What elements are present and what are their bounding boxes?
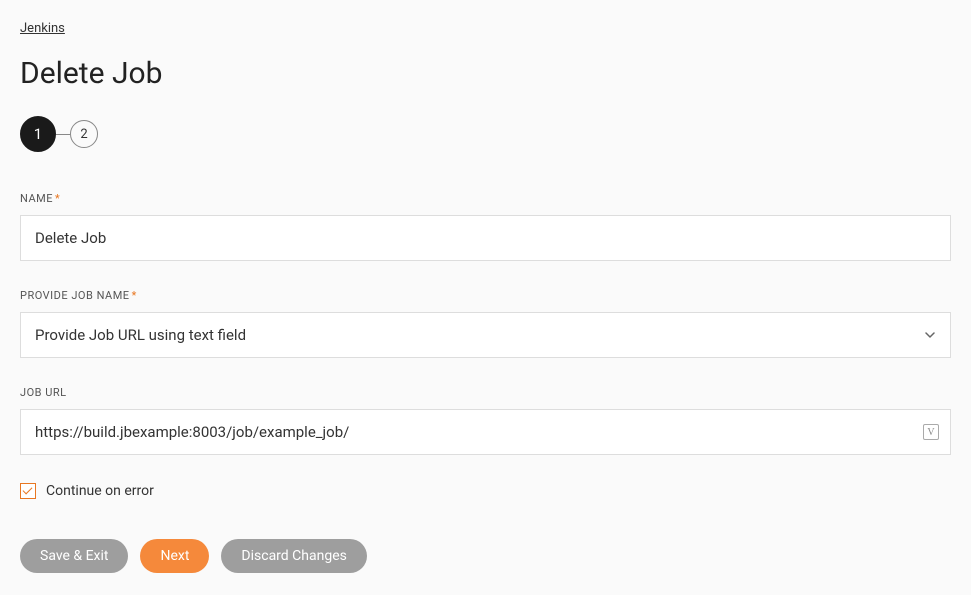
required-asterisk: *	[55, 192, 60, 205]
next-button[interactable]: Next	[140, 539, 209, 573]
continue-on-error-checkbox[interactable]	[20, 483, 36, 499]
provide-job-name-select[interactable]: Provide Job URL using text field	[20, 312, 951, 358]
step-1[interactable]: 1	[20, 116, 56, 152]
wizard-stepper: 1 2	[20, 116, 951, 152]
breadcrumb-jenkins[interactable]: Jenkins	[20, 21, 65, 36]
page-title: Delete Job	[20, 56, 951, 91]
step-2[interactable]: 2	[70, 120, 98, 148]
provide-job-name-label: PROVIDE JOB NAME*	[20, 289, 951, 302]
required-asterisk: *	[132, 289, 137, 302]
save-exit-button[interactable]: Save & Exit	[20, 539, 128, 573]
name-label: NAME*	[20, 192, 951, 205]
step-connector	[56, 134, 70, 135]
variable-icon[interactable]: V	[923, 424, 939, 440]
continue-on-error-label: Continue on error	[46, 483, 154, 499]
job-url-input[interactable]	[20, 409, 951, 455]
name-input[interactable]	[20, 215, 951, 261]
discard-changes-button[interactable]: Discard Changes	[221, 539, 366, 573]
job-url-label: JOB URL	[20, 386, 951, 399]
